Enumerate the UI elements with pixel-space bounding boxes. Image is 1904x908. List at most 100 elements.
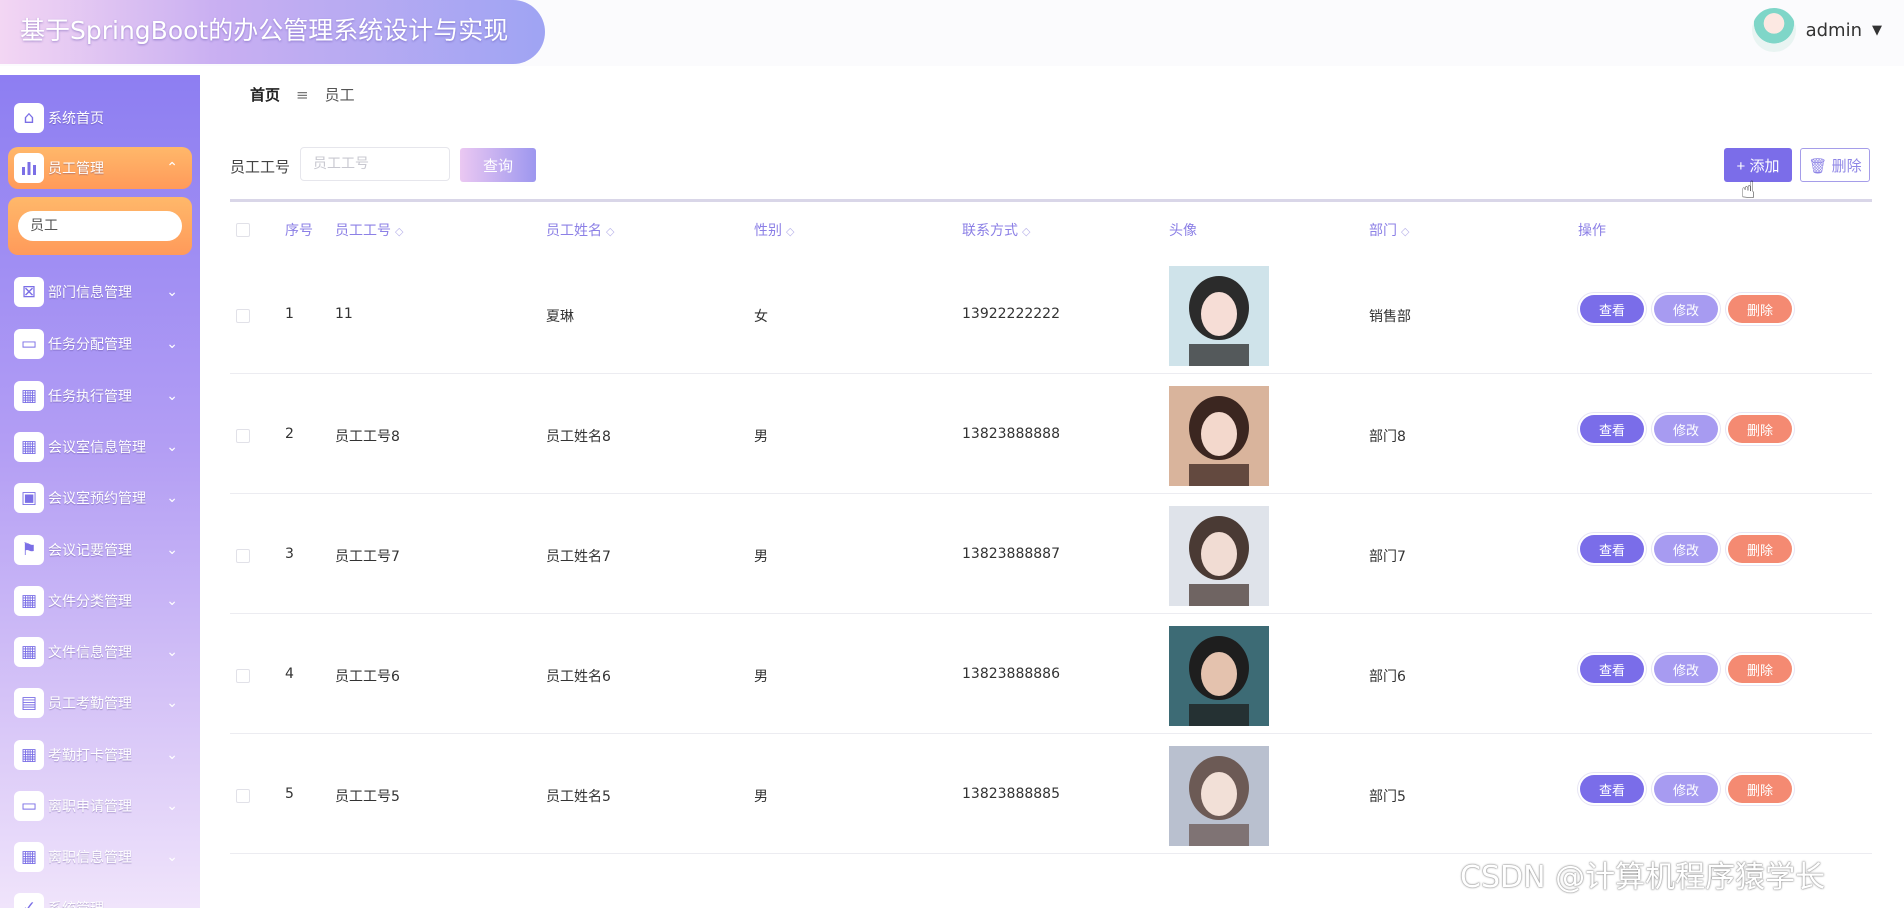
view-button[interactable]: 查看 [1580, 415, 1644, 443]
col-emp-no-label: 员工工号 [335, 223, 391, 239]
caret-down-icon[interactable]: ▼ [1872, 23, 1882, 38]
cell-gender: 男 [754, 549, 768, 565]
employee-avatar-image[interactable] [1169, 266, 1269, 366]
edit-button[interactable]: 修改 [1654, 415, 1718, 443]
batch-delete-button[interactable]: 🗑 删除 [1800, 148, 1870, 182]
view-button[interactable]: 查看 [1580, 775, 1644, 803]
row-actions: 查看 修改 删除 [1580, 415, 1792, 443]
user-avatar[interactable] [1751, 8, 1796, 52]
monitor-icon: ▭ [14, 329, 44, 359]
employee-avatar-image[interactable] [1169, 626, 1269, 726]
edit-button[interactable]: 修改 [1654, 775, 1718, 803]
sort-icon[interactable]: ◇ [1401, 225, 1409, 238]
table-top-rule [230, 199, 1872, 202]
cell-dept: 部门5 [1369, 789, 1406, 805]
employee-avatar-image[interactable] [1169, 386, 1269, 486]
settings-icon: ✓ [14, 893, 44, 908]
edit-button[interactable]: 修改 [1654, 295, 1718, 323]
cell-gender: 男 [754, 789, 768, 805]
delete-button[interactable]: 删除 [1728, 295, 1792, 323]
delete-button[interactable]: 删除 [1728, 655, 1792, 683]
row-checkbox[interactable] [236, 429, 250, 443]
col-dept[interactable]: 部门 ◇ [1369, 220, 1409, 240]
user-menu[interactable]: admin ▼ [1751, 8, 1882, 52]
chevron-down-icon: ⌄ [166, 644, 178, 660]
row-actions: 查看 修改 删除 [1580, 295, 1792, 323]
sidebar-item-meeting-minutes[interactable]: ⚑ 会议记要管理 ⌄ [8, 529, 192, 571]
col-index: 序号 [285, 223, 313, 239]
edit-button[interactable]: 修改 [1654, 535, 1718, 563]
sidebar-item-meeting-room[interactable]: ▦ 会议室信息管理 ⌄ [8, 426, 192, 468]
cell-phone: 13823888886 [962, 666, 1060, 682]
submenu-item-employee[interactable]: 员工 [18, 211, 182, 241]
view-button[interactable]: 查看 [1580, 535, 1644, 563]
cell-phone: 13823888887 [962, 546, 1060, 562]
chevron-down-icon: ⌄ [166, 593, 178, 609]
delete-button[interactable]: 删除 [1728, 415, 1792, 443]
col-emp-name-label: 员工姓名 [546, 223, 602, 239]
sidebar-item-file-info[interactable]: ▦ 文件信息管理 ⌄ [8, 631, 192, 673]
chevron-down-icon: ⌄ [166, 490, 178, 506]
sort-icon[interactable]: ◇ [1022, 225, 1030, 238]
breadcrumb-separator-icon: ≡ [296, 85, 309, 104]
col-emp-no[interactable]: 员工工号 ◇ [335, 220, 403, 240]
sidebar-item-home[interactable]: ⌂ 系统首页 [8, 97, 192, 139]
row-actions: 查看 修改 删除 [1580, 655, 1792, 683]
cell-gender: 男 [754, 429, 768, 445]
row-checkbox[interactable] [236, 309, 250, 323]
sidebar-item-task-exec[interactable]: ▦ 任务执行管理 ⌄ [8, 375, 192, 417]
query-button[interactable]: 查询 [460, 148, 536, 182]
sidebar-item-label: 员工考勤管理 [48, 696, 132, 712]
sidebar-item-clock-in[interactable]: ▦ 考勤打卡管理 ⌄ [8, 734, 192, 776]
employee-avatar-image[interactable] [1169, 506, 1269, 606]
sidebar-item-meeting-booking[interactable]: ▣ 会议室预约管理 ⌄ [8, 477, 192, 519]
delete-button[interactable]: 删除 [1728, 535, 1792, 563]
cell-emp-no: 11 [335, 306, 353, 322]
table-row: 5 员工工号5 员工姓名5 男 13823888885 部门5 查看 修改 删除 [230, 734, 1872, 854]
sidebar-item-label: 考勤打卡管理 [48, 748, 132, 764]
add-button[interactable]: + 添加 [1724, 148, 1792, 182]
emp-no-search-input[interactable] [300, 147, 450, 181]
sort-icon[interactable]: ◇ [606, 225, 614, 238]
grid-icon: ▦ [14, 740, 44, 770]
sidebar-item-file-category[interactable]: ▦ 文件分类管理 ⌄ [8, 580, 192, 622]
sort-icon[interactable]: ◇ [786, 225, 794, 238]
row-checkbox[interactable] [236, 669, 250, 683]
edit-button[interactable]: 修改 [1654, 655, 1718, 683]
sidebar-item-employee-management[interactable]: 员工管理 ⌃ [8, 147, 192, 189]
user-name[interactable]: admin [1806, 20, 1862, 41]
col-emp-name[interactable]: 员工姓名 ◇ [546, 220, 614, 240]
view-button[interactable]: 查看 [1580, 295, 1644, 323]
submenu: 员工 [8, 197, 192, 255]
sidebar-item-system[interactable]: ✓ 系统管理 ⌄ [8, 887, 192, 908]
presentation-icon: ▭ [14, 791, 44, 821]
select-all-checkbox[interactable] [236, 223, 250, 237]
sidebar-item-dept[interactable]: ⊠ 部门信息管理 ⌄ [8, 271, 192, 313]
row-checkbox[interactable] [236, 549, 250, 563]
sidebar-item-label: 员工管理 [48, 161, 104, 177]
view-button[interactable]: 查看 [1580, 655, 1644, 683]
breadcrumb-home[interactable]: 首页 [250, 84, 280, 105]
sort-icon[interactable]: ◇ [395, 225, 403, 238]
cell-emp-name: 夏琳 [546, 309, 574, 325]
row-checkbox[interactable] [236, 789, 250, 803]
search-label: 员工工号 [230, 158, 291, 176]
sidebar-item-label: 任务执行管理 [48, 389, 132, 405]
col-phone[interactable]: 联系方式 ◇ [962, 220, 1030, 240]
chevron-down-icon: ⌄ [166, 849, 178, 865]
col-phone-label: 联系方式 [962, 223, 1018, 239]
sidebar-item-attendance[interactable]: ▤ 员工考勤管理 ⌄ [8, 682, 192, 724]
chevron-down-icon: ⌄ [166, 388, 178, 404]
cell-index: 2 [285, 426, 294, 442]
sidebar-item-label: 文件分类管理 [48, 594, 132, 610]
app-title: 基于SpringBoot的办公管理系统设计与实现 [0, 0, 545, 64]
sidebar-item-task-assign[interactable]: ▭ 任务分配管理 ⌄ [8, 323, 192, 365]
delete-button[interactable]: 删除 [1728, 775, 1792, 803]
sidebar-item-label: 任务分配管理 [48, 337, 132, 353]
col-gender[interactable]: 性别 ◇ [754, 220, 794, 240]
home-icon: ⌂ [14, 103, 44, 133]
col-gender-label: 性别 [754, 223, 782, 239]
sidebar-item-resign-apply[interactable]: ▭ 离职申请管理 ⌄ [8, 785, 192, 827]
employee-avatar-image[interactable] [1169, 746, 1269, 846]
sidebar-item-resign-info[interactable]: ▦ 离职信息管理 ⌄ [8, 836, 192, 878]
